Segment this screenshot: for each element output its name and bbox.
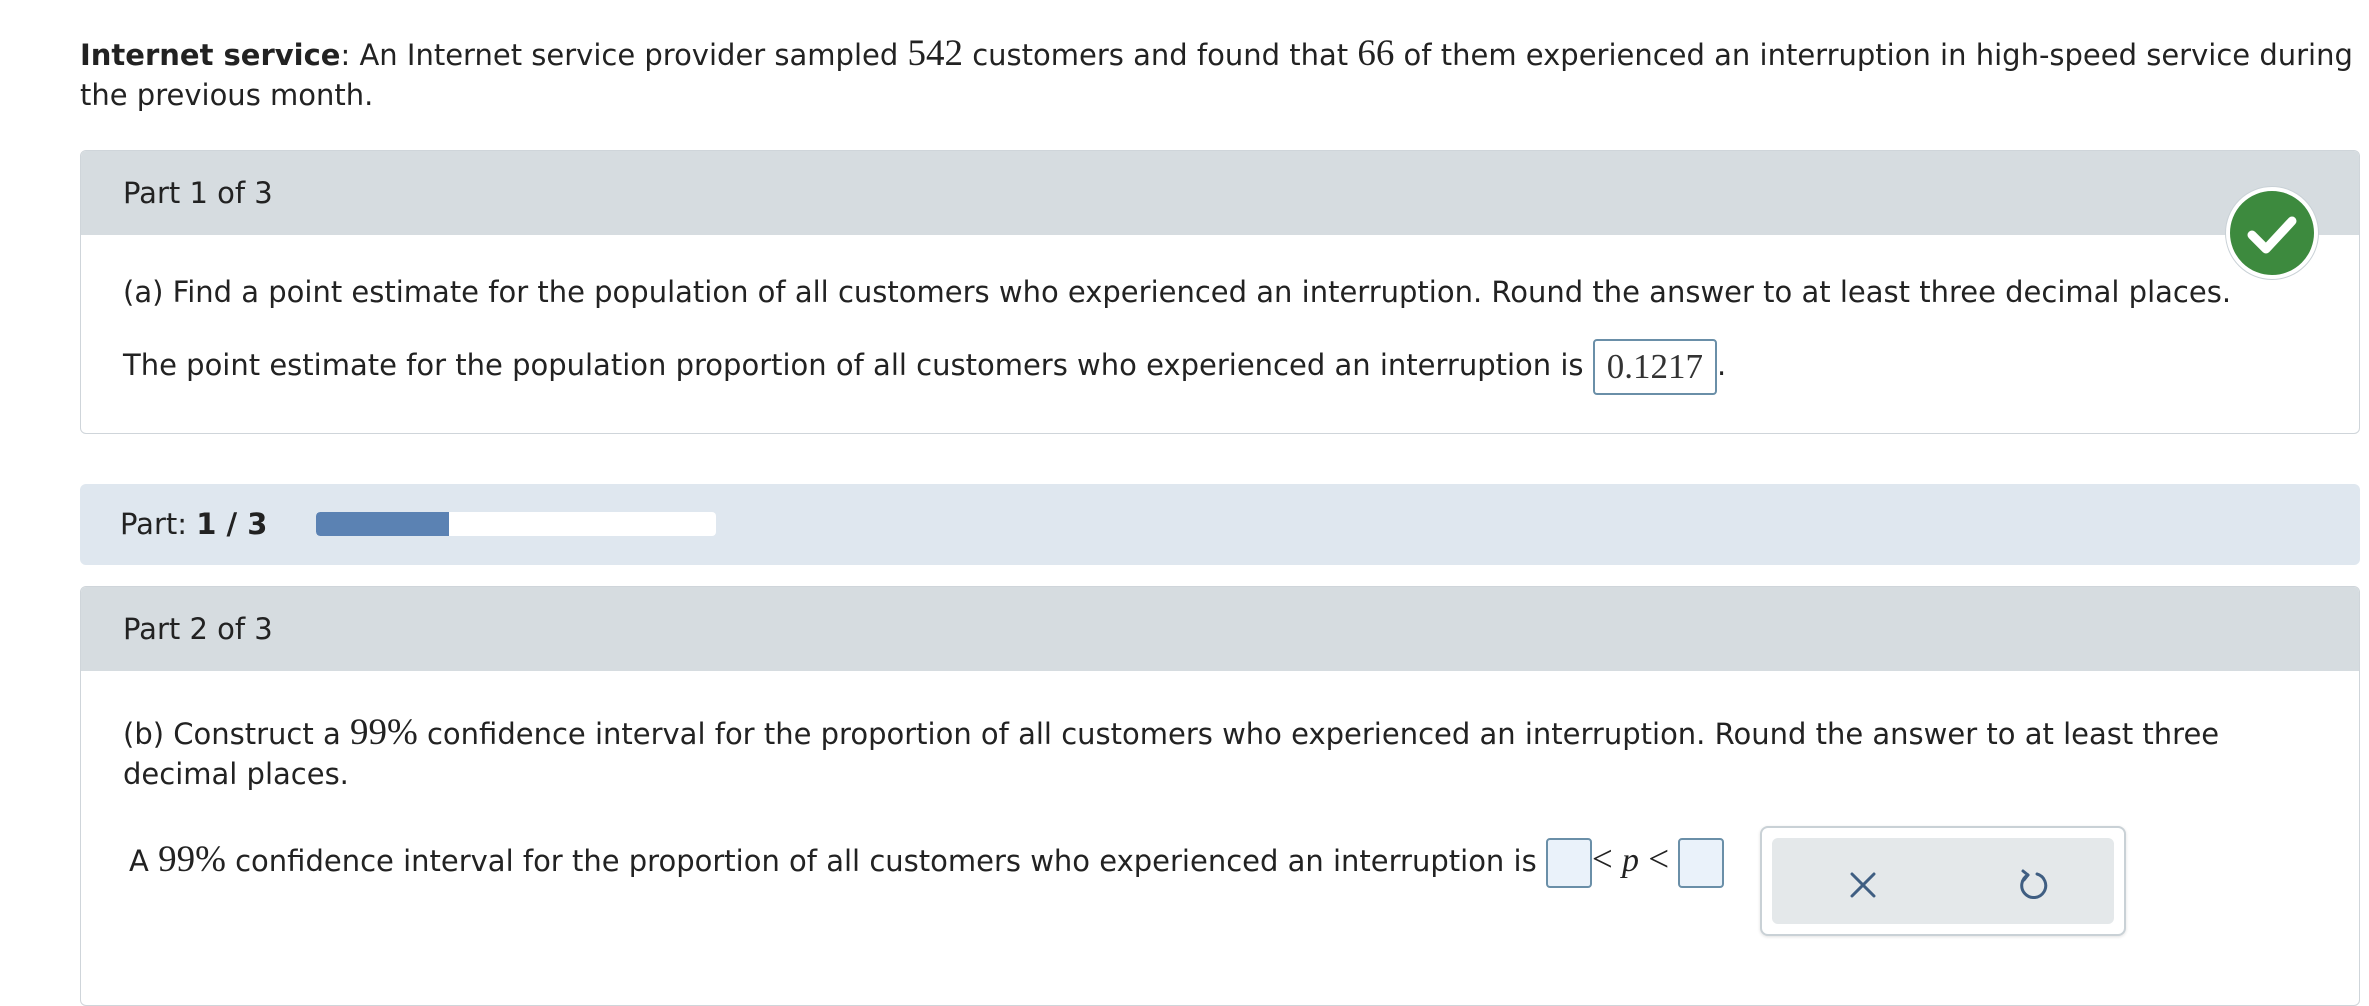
- close-icon[interactable]: [1838, 860, 1888, 910]
- part2-question-1: (b) Construct a: [123, 717, 350, 751]
- part2-panel: Part 2 of 3 (b) Construct a 99% confiden…: [80, 586, 2360, 1006]
- progress-fill: [316, 512, 450, 536]
- upper-bound-input[interactable]: [1678, 838, 1725, 888]
- intro-text-1: : An Internet service provider sampled: [340, 38, 908, 72]
- progress-value: 1 / 3: [196, 507, 268, 541]
- part2-question: (b) Construct a 99% confidence interval …: [123, 713, 2319, 794]
- part2-answer-text: confidence interval for the proportion o…: [225, 844, 1546, 878]
- less-than-sign: <: [1591, 839, 1613, 880]
- progress-label: Part: 1 / 3: [120, 484, 267, 565]
- problem-intro: Internet service: An Internet service pr…: [80, 34, 2360, 115]
- check-icon: [2226, 187, 2318, 279]
- progress-label-text: Part:: [120, 507, 188, 541]
- proportion-variable: p: [1622, 842, 1640, 879]
- part1-answer-suffix: .: [1717, 348, 1727, 382]
- lower-bound-input[interactable]: [1545, 838, 1592, 888]
- interruption-count: 66: [1357, 33, 1395, 74]
- part1-answer-line: The point estimate for the population pr…: [123, 337, 2319, 395]
- confidence-level: 99%: [349, 712, 418, 753]
- intro-text-2: customers and found that: [963, 38, 1358, 72]
- part1-answer-prefix: The point estimate for the population pr…: [123, 348, 1593, 382]
- part-progress: Part: 1 / 3: [80, 484, 2360, 565]
- part2-answer-prefix: A: [129, 844, 159, 878]
- progress-track: [316, 512, 716, 536]
- less-than-sign: <: [1648, 839, 1670, 880]
- part2-header: Part 2 of 3: [81, 587, 2359, 671]
- part1-question: (a) Find a point estimate for the popula…: [123, 275, 2232, 309]
- point-estimate-answer: 0.1217: [1592, 339, 1718, 395]
- answer-toolbox: [1760, 826, 2126, 936]
- part2-question-2: confidence interval for the proportion o…: [123, 717, 2220, 791]
- part1-panel: Part 1 of 3 (a) Find a point estimate fo…: [80, 150, 2360, 434]
- confidence-level-answer: 99%: [158, 839, 226, 880]
- problem-title: Internet service: [80, 38, 341, 72]
- toolbox-panel: [1772, 838, 2114, 924]
- sample-size: 542: [907, 33, 964, 74]
- undo-icon[interactable]: [2008, 860, 2058, 910]
- part1-header: Part 1 of 3: [81, 151, 2359, 235]
